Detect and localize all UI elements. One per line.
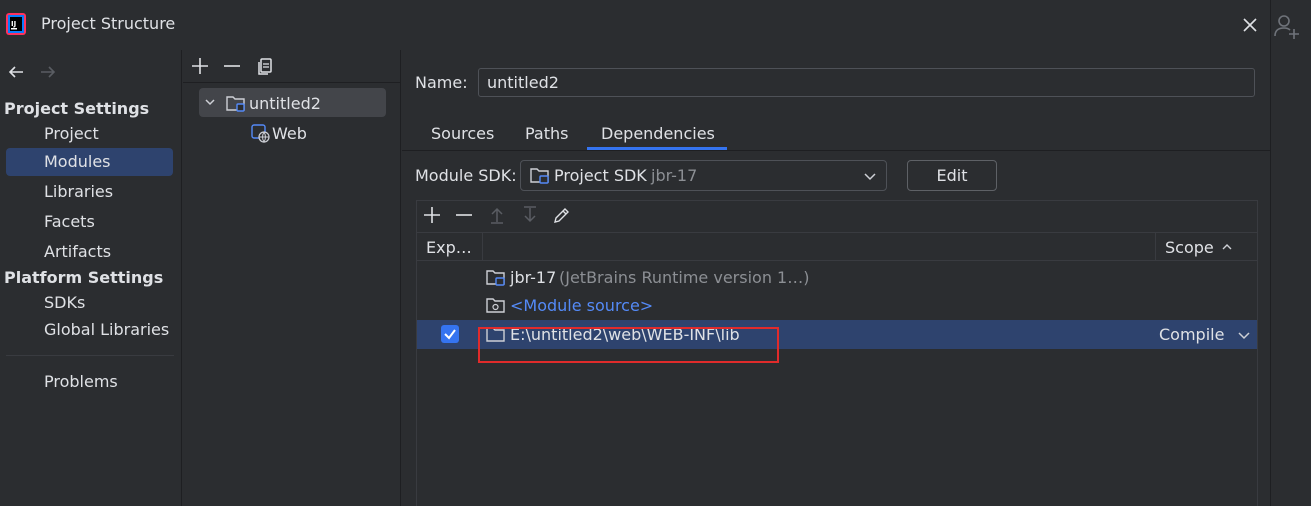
tab-sources[interactable]: Sources [431,124,494,143]
nav-item-libraries[interactable]: Libraries [6,178,173,206]
window-title: Project Structure [41,14,176,33]
dependency-name[interactable]: jbr-17 [510,268,556,287]
nav-item-sdks[interactable]: SDKs [6,289,173,317]
scope-value[interactable]: Compile [1159,325,1224,344]
copy-icon[interactable] [254,55,276,77]
chevron-down-icon[interactable] [862,168,878,184]
dependency-detail: (JetBrains Runtime version 1…) [559,268,810,287]
nav-item-problems[interactable]: Problems [6,368,173,396]
add-icon[interactable] [189,55,211,77]
table-header [417,232,1257,261]
nav-item-artifacts[interactable]: Artifacts [6,238,173,266]
close-icon[interactable] [1238,13,1262,37]
column-scope[interactable]: Scope [1165,238,1214,257]
edit-sdk-button[interactable]: Edit [907,160,997,191]
intellij-logo-icon: IJ [6,13,26,35]
add-user-icon[interactable] [1273,12,1301,40]
sdk-value: Project SDK [554,166,647,185]
column-export[interactable]: Exp… [426,238,472,257]
module-sdk-label: Module SDK: [415,166,517,185]
nav-divider [6,355,174,356]
sdk-folder-icon [486,268,506,287]
svg-text:IJ: IJ [11,20,16,28]
project-settings-header: Project Settings [4,99,150,118]
nav-item-modules[interactable]: Modules [6,148,173,176]
sdk-folder-icon [530,166,550,185]
chevron-down-icon[interactable] [203,95,217,109]
source-folder-icon [486,296,506,315]
nav-item-facets[interactable]: Facets [6,208,173,236]
module-folder-icon [226,94,246,112]
chevron-down-icon[interactable] [1236,327,1252,343]
forward-arrow-icon[interactable] [38,62,58,82]
add-dependency-icon[interactable] [421,204,443,226]
platform-settings-header: Platform Settings [4,268,164,287]
module-tree-panel [183,50,401,506]
tab-dependencies[interactable]: Dependencies [601,124,715,143]
column-divider [482,232,483,261]
name-label: Name: [415,73,468,92]
module-source-link[interactable]: <Module source> [510,296,653,315]
remove-dependency-icon[interactable] [453,204,475,226]
edit-pencil-icon[interactable] [551,204,573,226]
export-checkbox[interactable] [441,325,459,343]
sdk-hint: jbr-17 [651,166,698,185]
move-down-icon[interactable] [519,204,541,226]
tree-module-label: untitled2 [249,94,321,113]
nav-item-project[interactable]: Project [6,120,173,148]
sort-ascending-icon[interactable] [1220,240,1234,254]
back-arrow-icon[interactable] [6,62,26,82]
module-name-input[interactable] [478,68,1255,97]
title-bar [0,0,1270,50]
column-divider [1155,232,1156,261]
move-up-icon[interactable] [486,204,508,226]
web-facet-icon [251,124,271,144]
nav-item-global-libraries[interactable]: Global Libraries [6,316,173,344]
tabs-divider [402,150,1270,151]
tree-toolbar-divider [183,82,401,83]
right-tool-strip [1270,0,1311,506]
highlight-annotation-box [478,327,779,363]
tree-facet-label[interactable]: Web [272,124,307,143]
tab-paths[interactable]: Paths [525,124,568,143]
remove-icon[interactable] [221,55,243,77]
